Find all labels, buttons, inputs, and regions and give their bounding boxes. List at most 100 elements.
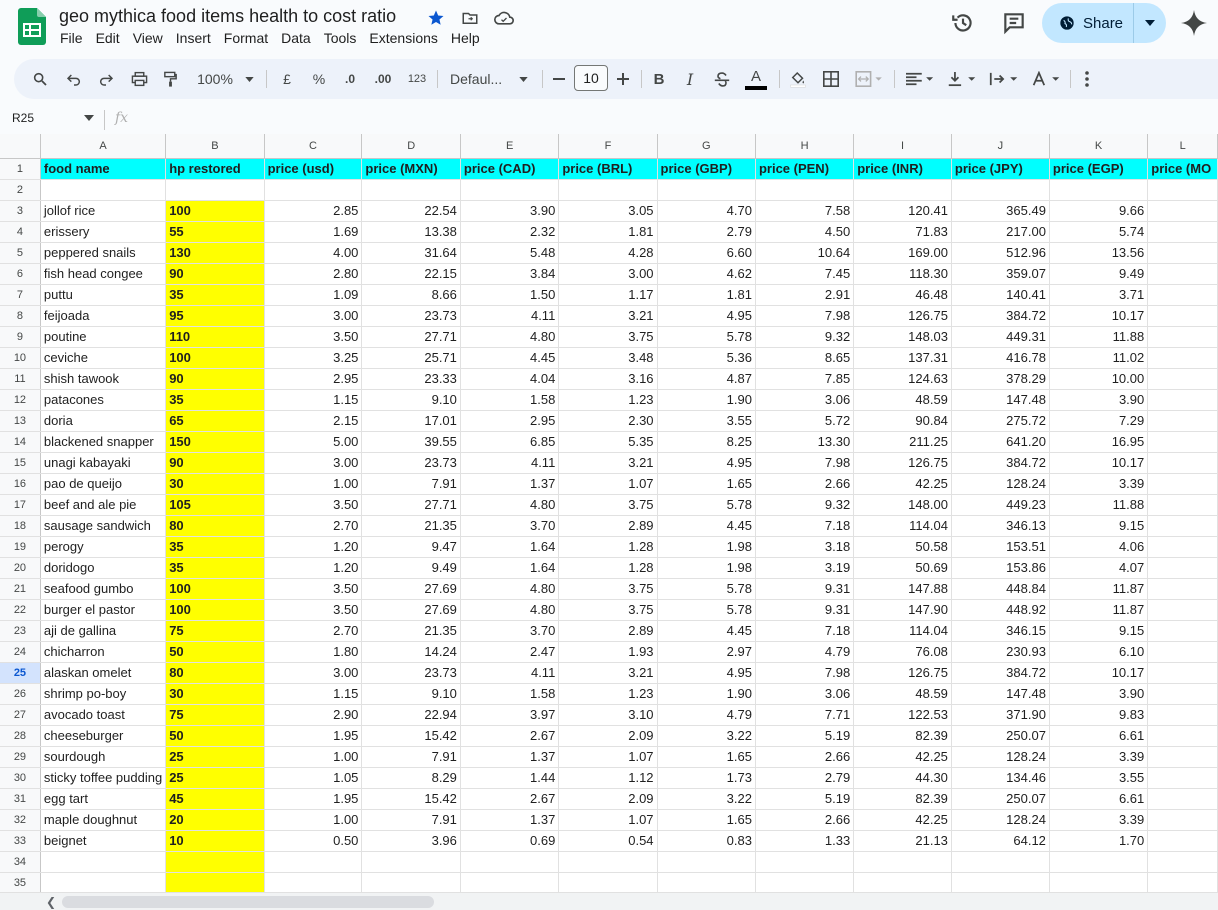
cell[interactable]: 2.80 xyxy=(264,263,363,285)
cell[interactable] xyxy=(1147,662,1218,684)
cell[interactable]: 250.07 xyxy=(951,788,1050,810)
cell[interactable]: 1.23 xyxy=(558,683,658,705)
percent-format-button[interactable]: % xyxy=(308,59,330,99)
cell[interactable]: 1.37 xyxy=(460,746,560,768)
cell[interactable]: 3.19 xyxy=(755,557,855,579)
cell[interactable]: 2.30 xyxy=(558,410,658,432)
cell[interactable]: 7.98 xyxy=(755,452,855,474)
cell[interactable]: 22.94 xyxy=(361,704,461,726)
decrease-font-size-button[interactable] xyxy=(550,59,568,99)
cell[interactable] xyxy=(40,179,167,201)
share-dropdown-icon[interactable] xyxy=(1134,3,1166,43)
cell[interactable]: 140.41 xyxy=(951,284,1050,306)
row-header[interactable]: 23 xyxy=(0,620,41,642)
cell[interactable]: sticky toffee pudding xyxy=(40,767,167,789)
cell[interactable]: 0.69 xyxy=(460,830,560,852)
cell[interactable]: 1.65 xyxy=(657,809,756,831)
row-header[interactable]: 18 xyxy=(0,515,41,537)
cell[interactable]: 3.06 xyxy=(755,389,855,411)
cell[interactable] xyxy=(951,179,1050,201)
cell[interactable]: 35 xyxy=(165,536,265,558)
cell[interactable] xyxy=(1147,704,1218,726)
cell[interactable]: 3.96 xyxy=(361,830,461,852)
cell[interactable] xyxy=(1147,431,1218,453)
cell[interactable]: 110 xyxy=(165,326,265,348)
cell[interactable]: beef and ale pie xyxy=(40,494,167,516)
cell[interactable]: 4.06 xyxy=(1049,536,1149,558)
horizontal-scrollbar[interactable]: ❮ xyxy=(0,892,1218,910)
cell[interactable]: 100 xyxy=(165,578,265,600)
cell[interactable]: seafood gumbo xyxy=(40,578,167,600)
font-size-input[interactable]: 10 xyxy=(574,65,608,91)
cell[interactable]: 6.10 xyxy=(1049,641,1149,663)
row-header[interactable]: 33 xyxy=(0,830,41,852)
cell[interactable] xyxy=(755,179,855,201)
cell[interactable]: 4.87 xyxy=(657,368,756,390)
cell[interactable]: 50 xyxy=(165,641,265,663)
cell[interactable]: 4.95 xyxy=(657,452,756,474)
cell[interactable]: 4.04 xyxy=(460,368,560,390)
cell[interactable] xyxy=(1147,515,1218,537)
cell[interactable]: 122.53 xyxy=(853,704,952,726)
row-header[interactable]: 20 xyxy=(0,557,41,579)
cell[interactable] xyxy=(657,872,756,892)
undo-icon[interactable] xyxy=(62,59,86,99)
cell[interactable]: patacones xyxy=(40,389,167,411)
cell[interactable]: 5.72 xyxy=(755,410,855,432)
cell[interactable]: 7.71 xyxy=(755,704,855,726)
cell[interactable]: 153.51 xyxy=(951,536,1050,558)
cell[interactable]: 3.70 xyxy=(460,515,560,537)
cell[interactable]: 21.13 xyxy=(853,830,952,852)
row-header[interactable]: 9 xyxy=(0,326,41,348)
cell[interactable] xyxy=(460,851,560,873)
cell[interactable]: 3.00 xyxy=(264,452,363,474)
scroll-left-icon[interactable]: ❮ xyxy=(46,895,56,909)
cell[interactable] xyxy=(1147,473,1218,495)
cell[interactable]: burger el pastor xyxy=(40,599,167,621)
cell[interactable]: 27.69 xyxy=(361,599,461,621)
cell[interactable]: 1.44 xyxy=(460,767,560,789)
column-header-g[interactable]: G xyxy=(657,134,756,159)
cell[interactable]: 27.71 xyxy=(361,326,461,348)
cell[interactable]: 65 xyxy=(165,410,265,432)
cell[interactable]: 230.93 xyxy=(951,641,1050,663)
cell[interactable]: 35 xyxy=(165,284,265,306)
cell[interactable]: 250.07 xyxy=(951,725,1050,747)
cell[interactable]: 15.42 xyxy=(361,725,461,747)
cell[interactable]: 7.58 xyxy=(755,200,855,222)
menu-help[interactable]: Help xyxy=(451,30,487,46)
cell[interactable] xyxy=(558,872,658,892)
cell[interactable]: price (MO xyxy=(1147,158,1218,180)
cell[interactable]: 4.45 xyxy=(657,515,756,537)
cell[interactable]: 42.25 xyxy=(853,746,952,768)
cell[interactable]: 378.29 xyxy=(951,368,1050,390)
row-header[interactable]: 29 xyxy=(0,746,41,768)
cell[interactable]: 11.87 xyxy=(1049,578,1149,600)
cell[interactable] xyxy=(1147,200,1218,222)
cell[interactable]: 80 xyxy=(165,662,265,684)
cell[interactable]: doria xyxy=(40,410,167,432)
bold-button[interactable]: B xyxy=(648,59,670,99)
cell[interactable]: 1.95 xyxy=(264,725,363,747)
cell[interactable]: 23.73 xyxy=(361,305,461,327)
cell[interactable]: 50.58 xyxy=(853,536,952,558)
row-header[interactable]: 10 xyxy=(0,347,41,369)
cell[interactable] xyxy=(361,179,461,201)
cell[interactable]: 2.32 xyxy=(460,221,560,243)
column-header-k[interactable]: K xyxy=(1049,134,1149,159)
row-header[interactable]: 32 xyxy=(0,809,41,831)
cell[interactable]: 10.17 xyxy=(1049,662,1149,684)
cell[interactable]: 1.20 xyxy=(264,536,363,558)
cell[interactable]: 3.90 xyxy=(1049,683,1149,705)
cell[interactable] xyxy=(1049,851,1149,873)
cell[interactable]: 15.42 xyxy=(361,788,461,810)
cell[interactable] xyxy=(1147,368,1218,390)
cell[interactable]: sourdough xyxy=(40,746,167,768)
cell[interactable]: 4.45 xyxy=(460,347,560,369)
cell[interactable]: 4.80 xyxy=(460,599,560,621)
cell[interactable]: 1.28 xyxy=(558,536,658,558)
cell[interactable]: 5.00 xyxy=(264,431,363,453)
cell[interactable]: 3.50 xyxy=(264,494,363,516)
cell[interactable]: 3.18 xyxy=(755,536,855,558)
cell[interactable]: 126.75 xyxy=(853,305,952,327)
